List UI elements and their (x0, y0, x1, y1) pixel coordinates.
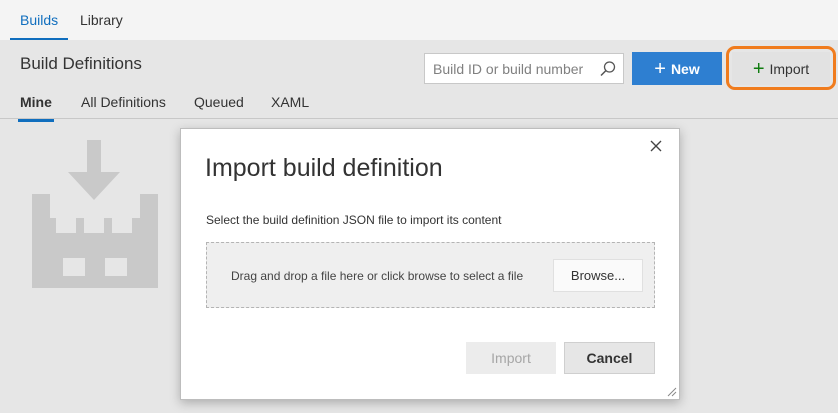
dropzone-text: Drag and drop a file here or click brows… (231, 269, 524, 283)
import-button-label: Import (769, 60, 810, 77)
new-button-label: New (670, 60, 700, 77)
close-icon[interactable] (649, 139, 663, 153)
dialog-import-button[interactable]: Import (466, 342, 556, 374)
pivot-divider (0, 118, 838, 119)
tab-builds[interactable]: Builds (9, 0, 69, 40)
dialog-title: Import build definition (205, 154, 443, 182)
pivot-all-definitions[interactable]: All Definitions (81, 94, 166, 118)
pivot-mine[interactable]: Mine (18, 94, 54, 122)
import-button[interactable]: + Import (732, 52, 830, 85)
dialog-cancel-button[interactable]: Cancel (564, 342, 655, 374)
plus-icon: + (752, 57, 765, 80)
dialog-description: Select the build definition JSON file to… (206, 213, 502, 227)
resize-grip-icon[interactable] (665, 385, 677, 397)
pivot-queued[interactable]: Queued (194, 94, 244, 118)
file-dropzone[interactable]: Drag and drop a file here or click brows… (206, 242, 655, 308)
browse-button[interactable]: Browse... (553, 259, 643, 292)
import-illustration-icon (32, 140, 158, 288)
tab-library[interactable]: Library (80, 0, 123, 40)
pivot-xaml[interactable]: XAML (271, 94, 309, 118)
new-button[interactable]: + New (632, 52, 722, 85)
import-dialog: Import build definition Select the build… (180, 128, 680, 400)
search-box[interactable] (424, 53, 624, 84)
search-icon[interactable] (599, 60, 617, 78)
page-title: Build Definitions (20, 54, 142, 73)
top-navigation: Builds Library (0, 0, 838, 40)
search-input[interactable] (425, 54, 597, 83)
plus-icon: + (654, 57, 666, 80)
